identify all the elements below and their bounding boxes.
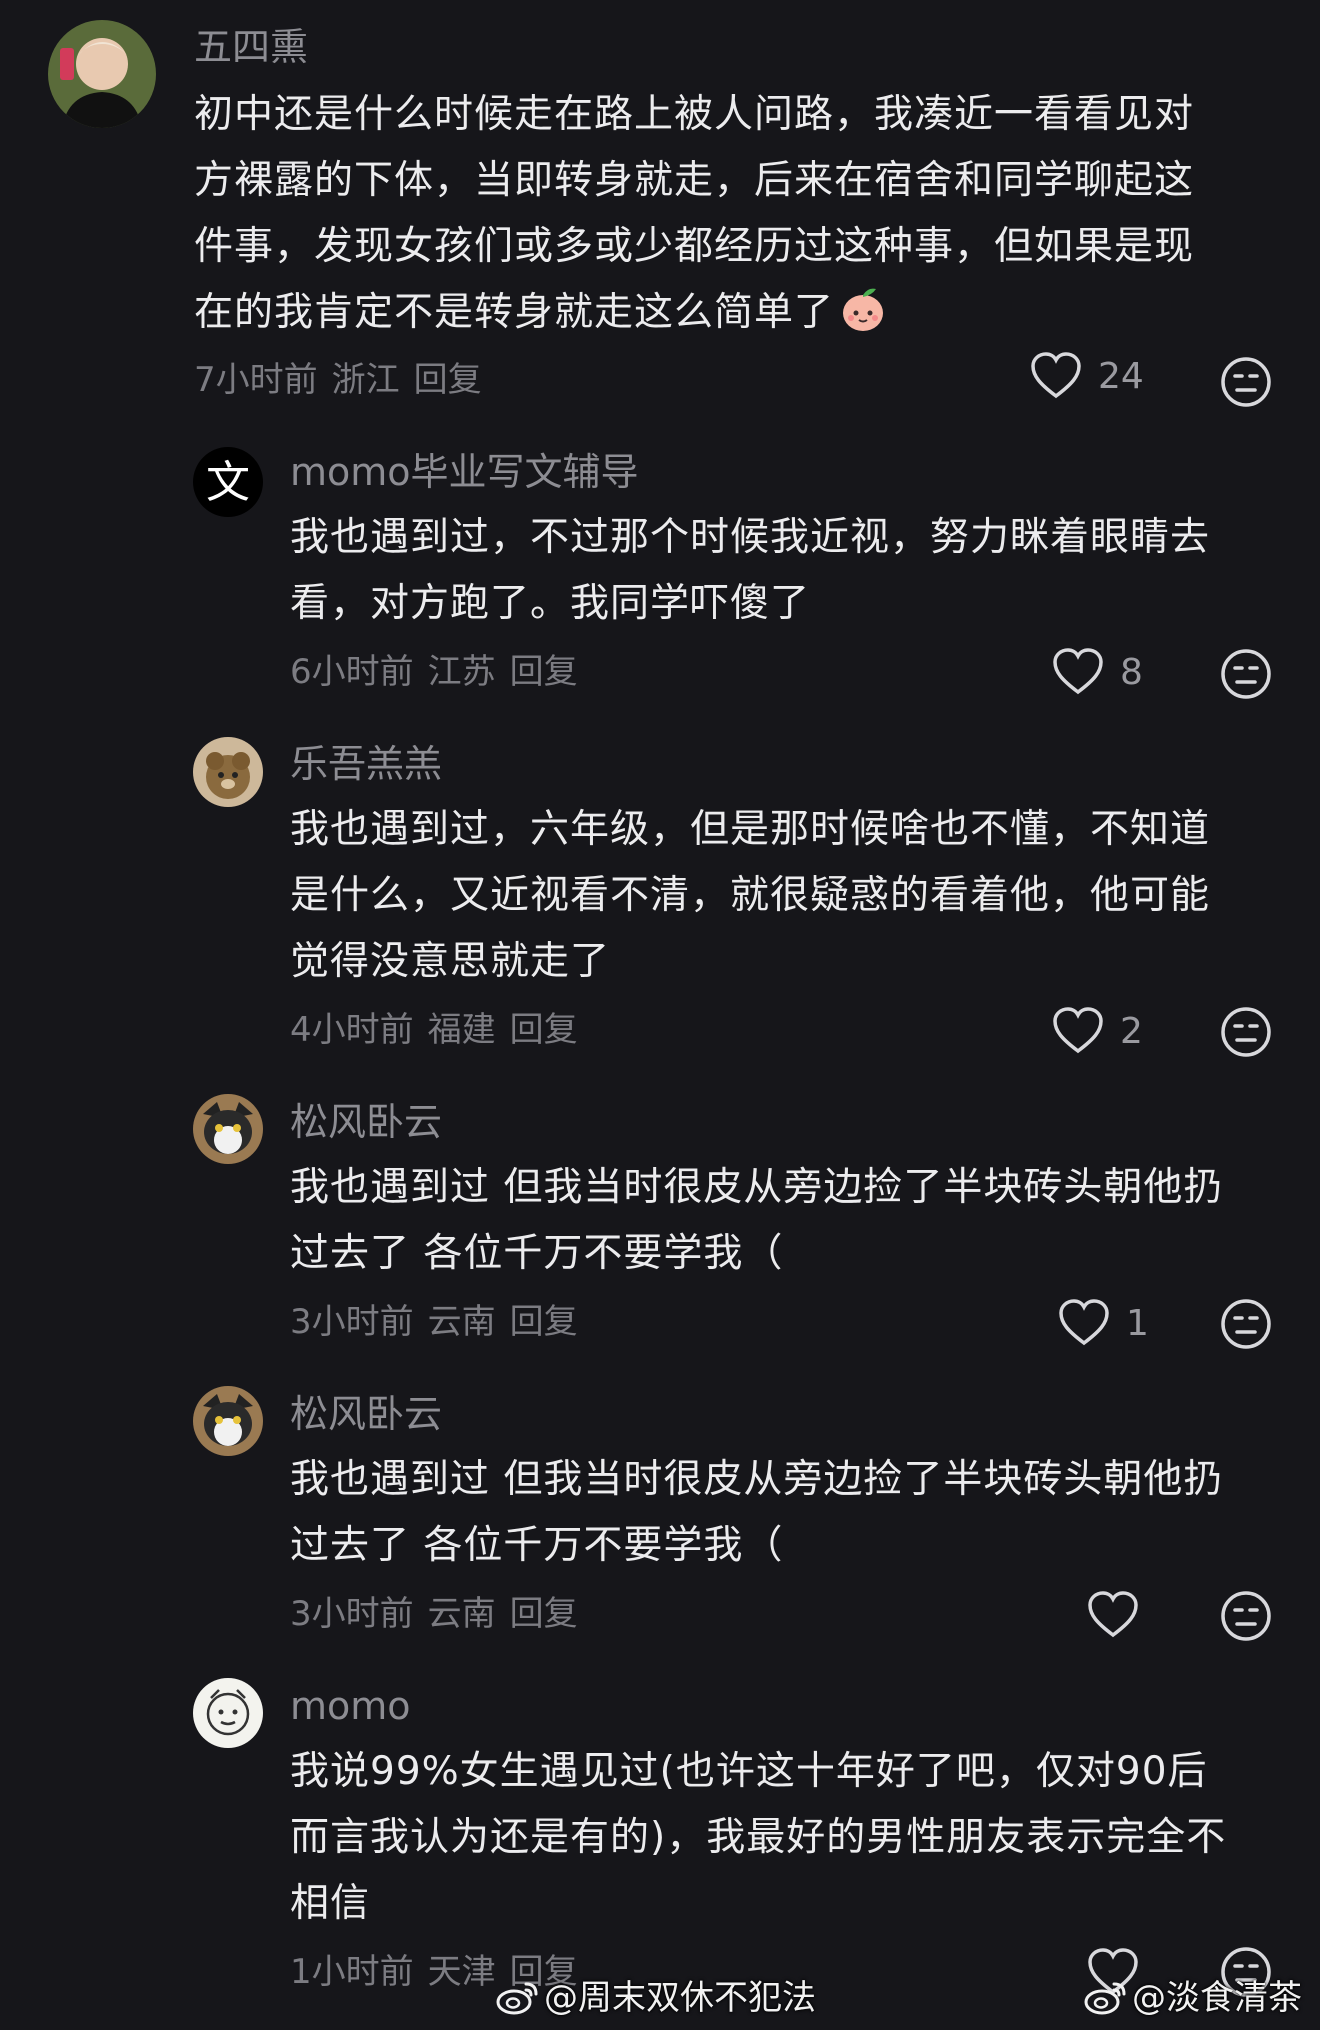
reply-button[interactable]: 回复 (510, 1594, 578, 1634)
comment-line: 在的我肯定不是转身就走这么简单了 (194, 280, 1194, 354)
like-button[interactable]: 1 (1058, 1299, 1149, 1347)
reply-button[interactable]: 回复 (510, 1302, 578, 1342)
comment-line: 过去了 各位千万不要学我（ (290, 1231, 784, 1276)
reply-button[interactable]: 回复 (510, 652, 578, 692)
avatar[interactable] (193, 737, 263, 807)
like-count: 8 (1120, 651, 1143, 693)
dislike-face-icon (1221, 1007, 1271, 1057)
comment-username[interactable]: 五四熏 (194, 24, 308, 70)
comment-line: 件事，发现女孩们或多或少都经历过这种事，但如果是现 (194, 224, 1195, 269)
comment-username[interactable]: 松风卧云 (290, 1391, 442, 1437)
avatar[interactable]: 文 (193, 447, 263, 517)
heart-icon (1053, 648, 1103, 695)
watermark-text: @周末双休不犯法 (544, 1978, 816, 2018)
dislike-button[interactable] (1220, 356, 1272, 412)
comment-text: 初中还是什么时候走在路上被人问路，我凑近一看看见对 方裸露的下体，当即转身就走，… (194, 82, 1194, 354)
like-count: 1 (1126, 1302, 1149, 1344)
comment-line: 是什么，又近视看不清，就很疑惑的看着他，他可能 (290, 873, 1211, 918)
comment-location: 云南 (427, 1594, 496, 1634)
comment-username[interactable]: 松风卧云 (290, 1099, 442, 1145)
comment-location: 浙江 (331, 360, 400, 400)
comment-username[interactable]: 乐吾羔羔 (290, 741, 442, 787)
comment-time: 4小时前 (290, 1010, 414, 1050)
comment-location: 云南 (427, 1302, 496, 1342)
dislike-face-icon (1221, 357, 1271, 407)
comment-text: 我说99%女生遇见过(也许这十年好了吧，仅对90后 而言我认为还是有的)，我最好… (290, 1739, 1226, 1937)
dislike-face-icon (1221, 1299, 1271, 1349)
comment-time: 7小时前 (194, 360, 318, 400)
comment-username[interactable]: momo (290, 1683, 411, 1729)
dislike-button[interactable] (1220, 1298, 1272, 1354)
avatar[interactable] (193, 1678, 263, 1748)
comment-line: 我也遇到过 但我当时很皮从旁边捡了半块砖头朝他扔 (290, 1457, 1224, 1502)
comment-text: 我也遇到过 但我当时很皮从旁边捡了半块砖头朝他扔 过去了 各位千万不要学我（ (290, 1155, 1223, 1287)
comment-time: 1小时前 (290, 1952, 414, 1992)
comment-line: 觉得没意思就走了 (290, 939, 611, 984)
comment-line: 过去了 各位千万不要学我（ (290, 1523, 784, 1568)
like-button[interactable]: 8 (1052, 648, 1143, 696)
comment-line: 我也遇到过 但我当时很皮从旁边捡了半块砖头朝他扔 (290, 1165, 1224, 1210)
reply-button[interactable]: 回复 (510, 1010, 578, 1050)
like-count: 2 (1120, 1010, 1143, 1052)
comment-line: 我说99%女生遇见过(也许这十年好了吧，仅对90后 (290, 1749, 1208, 1794)
comment-line: 相信 (290, 1881, 371, 1926)
comment-location: 天津 (427, 1952, 496, 1992)
weibo-icon (496, 1982, 538, 2015)
like-count: 24 (1098, 355, 1144, 397)
comment-time: 6小时前 (290, 652, 414, 692)
reply-button[interactable]: 回复 (414, 360, 482, 400)
dislike-face-icon (1221, 1591, 1271, 1641)
avatar-text: 文 (206, 457, 250, 508)
comment-line: 我也遇到过，不过那个时候我近视，努力眯着眼睛去 (290, 515, 1211, 560)
avatar[interactable] (193, 1386, 263, 1456)
dislike-button[interactable] (1220, 1006, 1272, 1062)
comment-time: 3小时前 (290, 1594, 414, 1634)
like-button[interactable]: 2 (1052, 1007, 1143, 1055)
dislike-button[interactable] (1220, 1590, 1272, 1646)
comment-meta: 6小时前 江苏 回复 (290, 652, 592, 692)
avatar[interactable] (48, 20, 156, 128)
heart-icon (1031, 352, 1081, 399)
comment-line: 方裸露的下体，当即转身就走，后来在宿舍和同学聊起这 (194, 158, 1195, 203)
comment-text: 我也遇到过，六年级，但是那时候啥也不懂，不知道 是什么，又近视看不清，就很疑惑的… (290, 797, 1210, 995)
comment-meta: 4小时前 福建 回复 (290, 1010, 592, 1050)
heart-icon (1088, 1591, 1138, 1638)
weibo-icon (1084, 1982, 1126, 2015)
comment-line-text: 在的我肯定不是转身就走这么简单了 (194, 290, 835, 335)
comment-meta: 7小时前 浙江 回复 (194, 360, 496, 400)
watermark: @周末双休不犯法 (496, 1978, 816, 2018)
dislike-button[interactable] (1220, 648, 1272, 704)
avatar[interactable] (193, 1094, 263, 1164)
comment-text: 我也遇到过，不过那个时候我近视，努力眯着眼睛去 看，对方跑了。我同学吓傻了 (290, 505, 1210, 637)
comment-meta: 3小时前 云南 回复 (290, 1302, 592, 1342)
comment-line: 初中还是什么时候走在路上被人问路，我凑近一看看见对 (194, 92, 1195, 137)
heart-icon (1059, 1299, 1109, 1346)
watermark: @淡食清茶 (1084, 1978, 1302, 2018)
comment-location: 江苏 (427, 652, 496, 692)
comment-time: 3小时前 (290, 1302, 414, 1342)
comment-thread: 五四熏 初中还是什么时候走在路上被人问路，我凑近一看看见对 方裸露的下体，当即转… (0, 0, 1320, 2030)
comment-line: 而言我认为还是有的)，我最好的男性朋友表示完全不 (290, 1815, 1227, 1860)
comment-text: 我也遇到过 但我当时很皮从旁边捡了半块砖头朝他扔 过去了 各位千万不要学我（ (290, 1447, 1223, 1579)
dislike-face-icon (1221, 649, 1271, 699)
watermark-text: @淡食清茶 (1132, 1978, 1302, 2018)
like-button[interactable] (1087, 1591, 1155, 1639)
comment-line: 我也遇到过，六年级，但是那时候啥也不懂，不知道 (290, 807, 1211, 852)
peach-face-emoji-icon (838, 283, 888, 354)
heart-icon (1053, 1007, 1103, 1054)
comment-location: 福建 (427, 1010, 496, 1050)
like-button[interactable]: 24 (1030, 352, 1144, 400)
comment-line: 看，对方跑了。我同学吓傻了 (290, 581, 811, 626)
comment-username[interactable]: momo毕业写文辅导 (290, 449, 639, 495)
comment-meta: 3小时前 云南 回复 (290, 1594, 592, 1634)
